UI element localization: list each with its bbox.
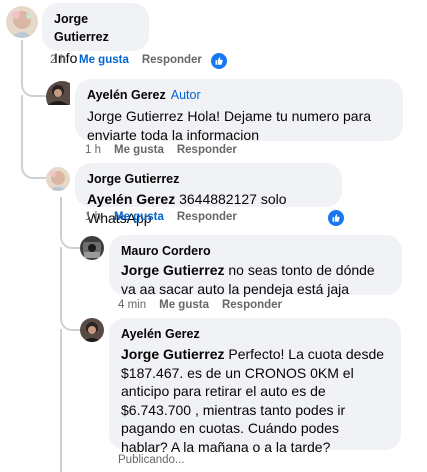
comment-actions: 1 h Me gusta Responder [85,144,250,156]
publishing-status: Publicando... [118,454,198,466]
comment-actions: 1 h Me gusta Responder [85,211,250,223]
reply-button[interactable]: Responder [222,299,282,311]
comment-author[interactable]: Jorge Gutierrez [54,12,109,44]
status-text: Publicando... [118,454,185,466]
avatar[interactable] [46,81,78,113]
mention[interactable]: Jorge Gutierrez [87,108,183,124]
avatar[interactable] [80,236,104,260]
like-button[interactable]: Me gusta [114,144,164,156]
reply-button[interactable]: Responder [177,144,237,156]
thread-line [21,95,49,179]
reply-button[interactable]: Responder [142,54,202,66]
author-badge: Autor [170,88,201,102]
comment-bubble: Mauro Cordero Jorge Gutierrez no seas to… [109,235,402,298]
avatar[interactable] [80,318,104,342]
comment-bubble: Jorge Gutierrez Info [42,3,149,66]
reply-button[interactable]: Responder [177,211,237,223]
avatar[interactable] [6,6,38,38]
avatar[interactable] [46,167,70,191]
comment-time[interactable]: 1 h [85,144,101,156]
comment-time[interactable]: 1 h [85,211,101,223]
comment-text: Perfecto! La cuota desde $187.467. es de… [121,346,385,455]
comment-time[interactable]: 2 h [50,54,66,66]
thread-line [60,329,62,472]
comment-bubble: Ayelén Gerez Jorge Gutierrez Perfecto! L… [109,318,401,455]
like-button[interactable]: Me gusta [79,54,129,66]
comment-author[interactable]: Ayelén Gerez [121,327,200,341]
comment-bubble: Jorge Gutierrez Ayelén Gerez 3644882127 … [75,163,342,226]
comment-actions: 4 min Me gusta Responder [118,299,295,311]
thread-line [21,40,49,97]
comment-author[interactable]: Mauro Cordero [121,244,211,258]
mention[interactable]: Ayelén Gerez [87,191,175,207]
like-button[interactable]: Me gusta [159,299,209,311]
comment-text-wrap: Jorge Gutierrez no seas tonto de dónde v… [121,261,390,298]
comment-author[interactable]: Ayelén Gerez [87,88,166,102]
mention[interactable]: Jorge Gutierrez [121,346,224,362]
like-button[interactable]: Me gusta [114,211,164,223]
comment-actions: 2 h Me gusta Responder [50,54,215,66]
thread-line [60,247,82,331]
like-icon[interactable] [211,53,227,69]
like-icon[interactable] [328,210,344,226]
comment-time[interactable]: 4 min [118,299,146,311]
comment-text-wrap: Jorge Gutierrez Hola! Dejame tu numero p… [87,107,391,144]
comment-text-wrap: Jorge Gutierrez Perfecto! La cuota desde… [121,345,389,456]
mention[interactable]: Jorge Gutierrez [121,262,224,278]
thread-line [60,197,82,249]
comment-bubble: Ayelén Gerez Autor Jorge Gutierrez Hola! … [75,79,403,144]
comment-author[interactable]: Jorge Gutierrez [87,172,179,186]
